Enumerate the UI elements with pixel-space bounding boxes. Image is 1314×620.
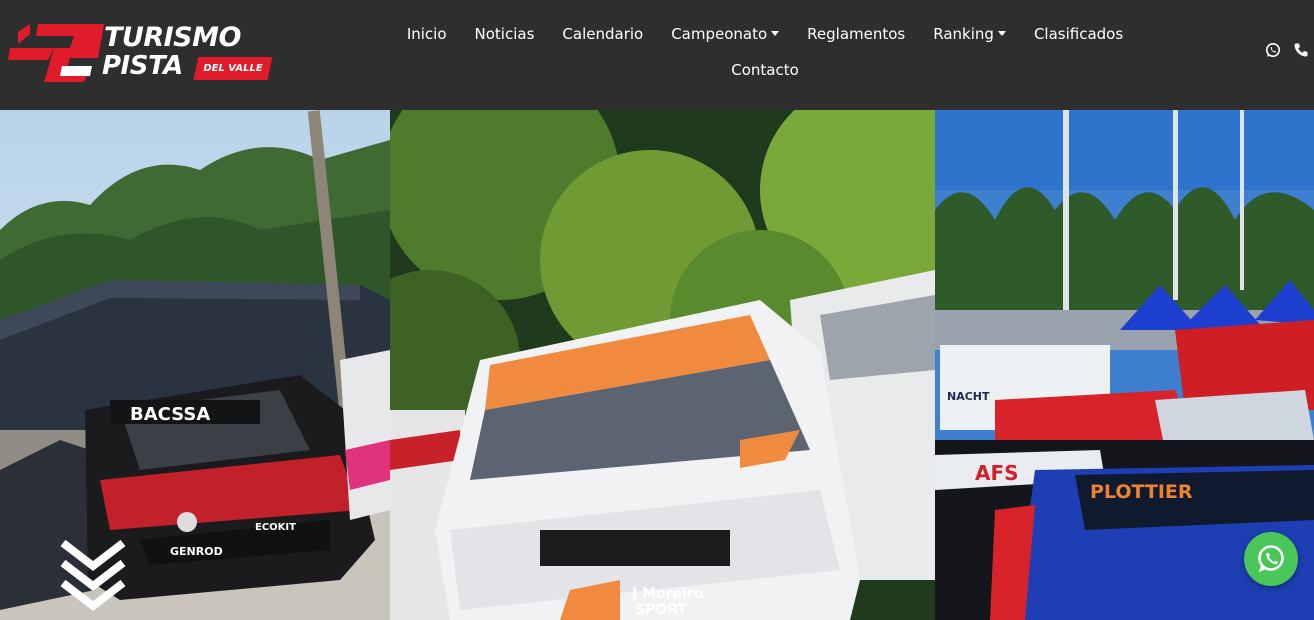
car-side-text: ECOKIT	[255, 522, 296, 533]
nav-clasificados[interactable]: Clasificados	[1020, 25, 1137, 43]
brand-badge: DEL VALLE	[193, 57, 273, 80]
nav-reglamentos[interactable]: Reglamentos	[793, 25, 919, 43]
nav-calendario-label: Calendario	[562, 25, 644, 43]
hood-sponsor-text: J Moreiro	[631, 586, 704, 602]
nav-clasificados-label: Clasificados	[1033, 25, 1124, 43]
whatsapp-icon[interactable]	[1265, 42, 1281, 58]
nav-inicio[interactable]: Inicio	[393, 25, 461, 43]
whatsapp-float-button[interactable]	[1244, 532, 1298, 586]
main-menu: Inicio Noticias Calendario Campeonato Re…	[380, 18, 1150, 86]
phone-icon[interactable]	[1293, 42, 1309, 58]
menu-row-1: Inicio Noticias Calendario Campeonato Re…	[380, 18, 1150, 50]
nav-noticias[interactable]: Noticias	[461, 25, 549, 43]
car-plate-text: GENROD	[170, 545, 223, 558]
caret-down-icon	[771, 31, 780, 36]
brand-line-2: PISTA	[102, 51, 183, 81]
menu-row-2: Contacto	[380, 54, 1150, 86]
chevrons-down-icon[interactable]	[58, 538, 128, 620]
race-photo-center: J Moreiro SPORT	[390, 110, 935, 620]
nav-ranking-dropdown[interactable]: Ranking	[919, 25, 1020, 43]
brand-badge-label: DEL VALLE	[203, 63, 263, 74]
nav-contacto[interactable]: Contacto	[717, 61, 813, 79]
truck-sign-text: NACHT	[947, 390, 990, 403]
nav-inicio-label: Inicio	[406, 25, 447, 43]
nav-reglamentos-label: Reglamentos	[807, 25, 906, 43]
nav-contacto-label: Contacto	[731, 61, 799, 79]
whatsapp-icon	[1258, 545, 1284, 572]
nav-campeonato-label: Campeonato	[671, 25, 768, 43]
car-sign-afs: AFS	[975, 461, 1019, 485]
car-banner-text: PLOTTIER	[1090, 481, 1193, 503]
nav-calendario[interactable]: Calendario	[548, 25, 657, 43]
caret-down-icon	[997, 31, 1006, 36]
nav-campeonato-dropdown[interactable]: Campeonato	[657, 25, 793, 43]
top-navbar: TURISMO PISTA DEL VALLE Inicio Noticias …	[0, 0, 1314, 110]
hood-sponsor-text-2: SPORT	[635, 602, 687, 618]
brand-line-1: TURISMO	[104, 22, 241, 53]
hero-panel-center: J Moreiro SPORT	[390, 110, 935, 620]
car-sponsor-text: BACSSA	[130, 404, 210, 425]
nav-ranking-label: Ranking	[933, 25, 994, 43]
nav-noticias-label: Noticias	[474, 25, 535, 43]
hero-photo-strip: BACSSA GENROD ECOKIT J Moreiro SPORT NAC…	[0, 110, 1314, 620]
